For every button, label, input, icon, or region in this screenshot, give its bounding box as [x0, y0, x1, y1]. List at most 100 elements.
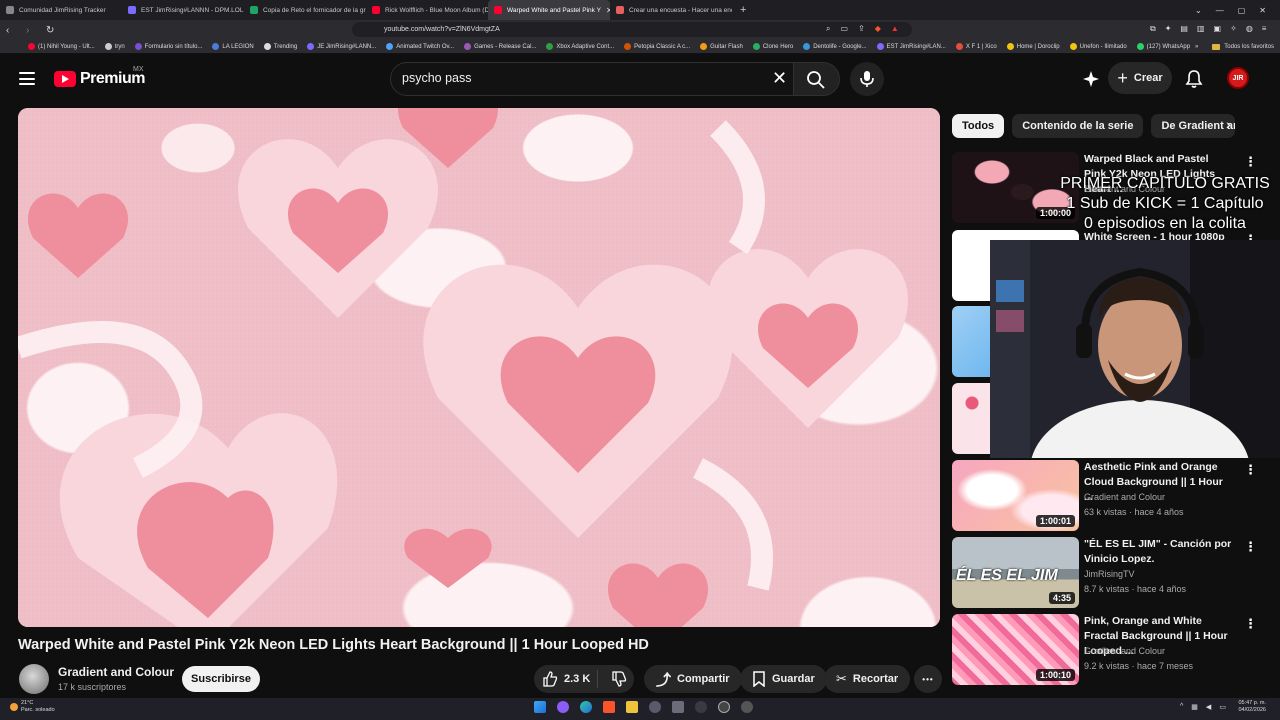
xbox-icon[interactable] [695, 701, 707, 713]
bookmark-item[interactable]: (127) WhatsApp [1136, 43, 1190, 50]
browser-tab[interactable]: Comunidad JimRising Tracker [0, 0, 122, 20]
voice-search-button[interactable] [850, 62, 884, 96]
gemini-icon[interactable] [1082, 70, 1100, 88]
reload-icon[interactable]: ↻ [46, 25, 60, 36]
browser-tab[interactable]: Warped White and Pastel Pink Y ✕ [488, 0, 610, 20]
volume-icon[interactable]: ◀ [1206, 703, 1211, 711]
bookmark-item[interactable]: JE JimRising#LANN... [307, 43, 376, 50]
weather-widget[interactable]: 21°C Parc. soleado [10, 700, 55, 714]
video-player[interactable] [18, 108, 940, 627]
clip-button[interactable]: ✂ Recortar [824, 665, 911, 693]
app-controller-icon[interactable] [672, 701, 684, 713]
app-purple-icon[interactable] [557, 701, 569, 713]
puzzle-icon[interactable]: ✦ [1165, 24, 1172, 34]
app-circle-icon[interactable] [718, 701, 730, 713]
bookmark-item[interactable]: tryn [104, 43, 125, 50]
chevron-down-icon[interactable]: ⌄ [1195, 6, 1202, 15]
browser-tab[interactable]: Copia de Reto el fornicador de la gra [244, 0, 366, 20]
chip-all[interactable]: Todos [952, 114, 1005, 138]
bookmark-item[interactable]: Clone Hero [752, 43, 793, 50]
extension-icon[interactable]: ⧉ [1150, 24, 1156, 34]
brave-icon[interactable] [603, 701, 615, 713]
brave-shield-icon[interactable]: ◆ [875, 24, 881, 34]
leo-icon[interactable]: ✧ [1230, 24, 1237, 34]
close-window-icon[interactable]: ✕ [1259, 6, 1266, 15]
clock[interactable]: 05:47 p. m. 04/02/2026 [1238, 700, 1266, 714]
subscribe-button[interactable]: Suscribirse [182, 666, 260, 692]
recommended-title[interactable]: "ÉL ES EL JIM" - Canción por Vinicio Lop… [1084, 537, 1232, 567]
video-title: Warped White and Pastel Pink Y2k Neon LE… [18, 637, 649, 653]
search-input[interactable]: psycho pass [402, 71, 471, 85]
more-vert-icon[interactable]: ⋮ [1244, 616, 1257, 632]
notifications-bell-icon[interactable] [1185, 69, 1203, 89]
share-button[interactable]: ⤴ Compartir [644, 665, 742, 693]
zoom-icon[interactable]: ⌕ [826, 24, 830, 34]
minimize-icon[interactable]: — [1216, 6, 1224, 15]
browser-tab[interactable]: Crear una encuesta - Hacer una encu [610, 0, 732, 20]
video-thumbnail[interactable]: ÉL ES EL JIM 4:35 [952, 537, 1079, 608]
bookmark-item[interactable]: Guitar Flash [700, 43, 743, 50]
network-icon[interactable]: ▦ [1191, 703, 1198, 711]
all-favorites[interactable]: » Todos los favoritos [1195, 40, 1274, 54]
more-vert-icon[interactable]: ⋮ [1244, 154, 1257, 170]
recommended-video[interactable]: 1:00:10 Pink, Orange and White Fractal Ba… [952, 614, 1272, 686]
new-tab-button[interactable]: + [732, 4, 754, 16]
bookmark-item[interactable]: Animated Twitch Ov... [386, 43, 454, 50]
bookmark-item[interactable]: Petopia Classic A c... [624, 43, 690, 50]
create-button[interactable]: + Crear [1108, 62, 1172, 94]
forward-icon[interactable]: › [26, 25, 40, 36]
recommended-video[interactable]: ÉL ES EL JIM 4:35 "ÉL ES EL JIM" - Canción… [952, 537, 1272, 609]
tab-title: EST JimRising#LANNN - DPM.LOL [141, 6, 244, 14]
channel-name[interactable]: Gradient and Colour [58, 665, 174, 679]
vpn-icon[interactable]: ◍ [1246, 24, 1253, 34]
youtube-premium-logo[interactable]: Premium [54, 70, 145, 88]
bookmark-item[interactable]: X F 1 | Xico [955, 43, 997, 50]
clear-search-icon[interactable]: ✕ [772, 68, 787, 89]
more-vert-icon[interactable]: ⋮ [1244, 539, 1257, 555]
browser-tab[interactable]: Rick Wolfflich - Blue Moon Album (D [366, 0, 488, 20]
chip-channel[interactable]: De Gradient and [1151, 114, 1236, 138]
like-button[interactable]: 2.3 K [534, 670, 598, 688]
bookmark-item[interactable]: Home | Doroclip [1006, 43, 1060, 50]
settings-gear-icon[interactable] [741, 701, 753, 713]
bookmark-item[interactable]: Trending [263, 43, 297, 50]
bookmark-item[interactable]: Games - Release Cal... [464, 43, 536, 50]
bookmark-item[interactable]: Unefon - Ilimitado [1069, 43, 1127, 50]
channel-avatar[interactable] [19, 664, 49, 694]
bookmark-item[interactable]: Xbox Adaptive Cont... [546, 43, 614, 50]
save-button[interactable]: Guardar [740, 665, 827, 693]
bookmark-item[interactable]: Dentolife - Google... [803, 43, 867, 50]
brave-rewards-icon[interactable]: ▲ [891, 24, 899, 34]
back-icon[interactable]: ‹ [6, 25, 20, 36]
bookmark-item[interactable]: (1) Nihil Young - Ult... [28, 43, 95, 50]
more-bookmarks-icon[interactable]: » [1195, 44, 1198, 50]
bookmark-item[interactable]: LA LEGION [212, 43, 254, 50]
more-actions-button[interactable]: ••• [914, 665, 942, 693]
sidebar-icon[interactable]: ▥ [1197, 24, 1205, 34]
wallet-icon[interactable]: ▣ [1214, 24, 1222, 34]
maximize-icon[interactable]: ▢ [1238, 6, 1246, 15]
battery-icon[interactable]: ▭ [1219, 703, 1226, 711]
chip-series[interactable]: Contenido de la serie [1012, 114, 1144, 138]
video-thumbnail[interactable]: 1:00:10 [952, 614, 1079, 685]
reading-list-icon[interactable]: ▤ [1180, 24, 1188, 34]
account-avatar[interactable]: JIR [1227, 67, 1249, 89]
install-icon[interactable]: ▭ [840, 24, 848, 34]
tray-chevron-icon[interactable]: ^ [1180, 703, 1183, 711]
windows-start-icon[interactable] [534, 701, 546, 713]
recommended-video[interactable]: 1:00:01 Aesthetic Pink and Orange Cloud B… [952, 460, 1272, 532]
share-icon[interactable]: ⇪ [858, 24, 865, 34]
more-vert-icon[interactable]: ⋮ [1244, 462, 1257, 478]
menu-icon[interactable]: ≡ [1262, 24, 1267, 34]
dislike-button[interactable] [604, 671, 634, 687]
app-rocket-icon[interactable] [649, 701, 661, 713]
browser-tab[interactable]: EST JimRising#LANNN - DPM.LOL [122, 0, 244, 20]
video-thumbnail[interactable]: 1:00:01 [952, 460, 1079, 531]
hamburger-menu-icon[interactable] [19, 72, 35, 85]
search-button[interactable] [794, 62, 840, 96]
bookmark-item[interactable]: EST JimRising#LAN... [876, 43, 946, 50]
bookmark-item[interactable]: Formulario sin título... [134, 43, 202, 50]
edge-icon[interactable] [580, 701, 592, 713]
chevron-right-icon[interactable]: › [1226, 116, 1231, 132]
file-explorer-icon[interactable] [626, 701, 638, 713]
